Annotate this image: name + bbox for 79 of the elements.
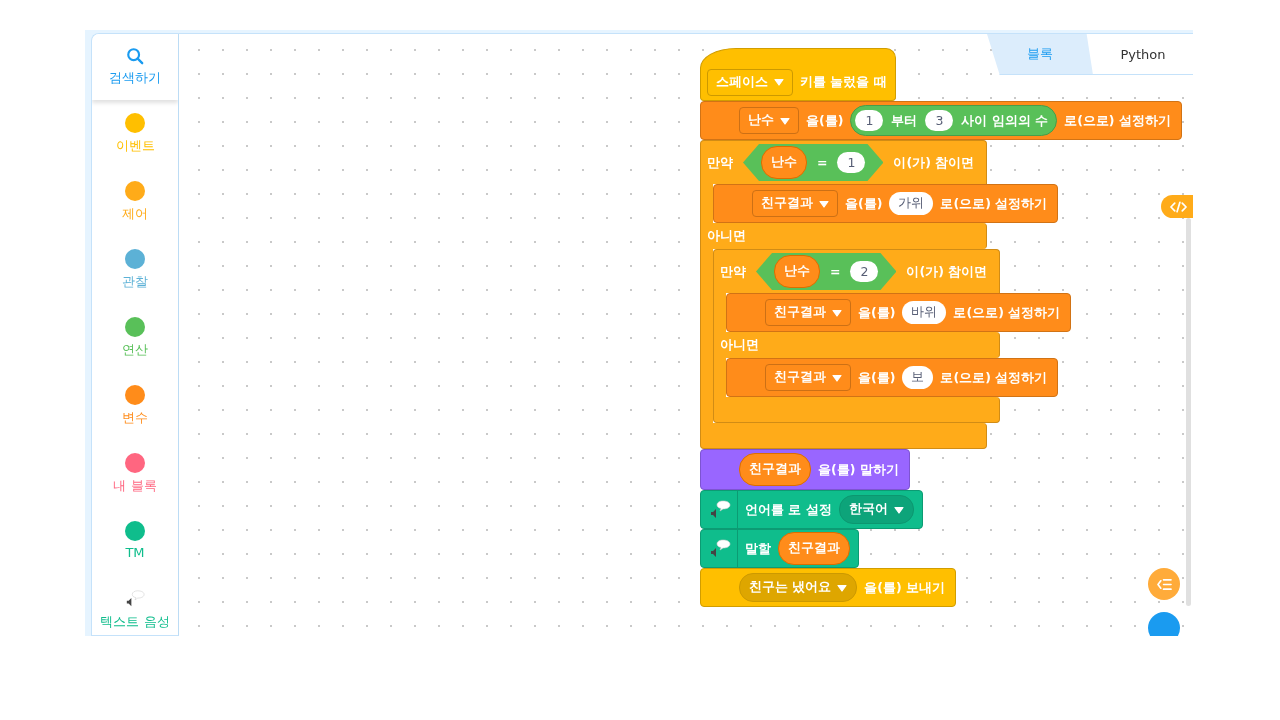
block-label: 로(으로) 설정하기 (953, 304, 1061, 321)
command-block[interactable]: 친구결과 을(를) 보 로(으로) 설정하기 (726, 358, 1059, 397)
round-button[interactable] (1148, 612, 1180, 636)
block-label: 아니면 (707, 228, 746, 244)
block-label: 만약 (720, 263, 746, 280)
block-dropdown[interactable]: 스페이스 (707, 68, 793, 96)
block-label: 을(를) 말하기 (818, 461, 899, 478)
condition-block[interactable]: 난수 = 1 (743, 144, 884, 181)
block-label: 을(를) (806, 112, 844, 129)
caret-icon (837, 583, 848, 592)
variable-reporter[interactable]: 난수 (761, 146, 807, 179)
caret-icon (819, 199, 829, 208)
code-icon (1169, 200, 1187, 213)
category-label[interactable]: 제어 (122, 205, 148, 223)
block-label: 이(가) 참이면 (906, 263, 988, 280)
code-view-button[interactable] (1161, 195, 1193, 218)
block-dropdown[interactable]: 난수 (739, 107, 799, 134)
editor-tab[interactable]: 블록 (987, 34, 1093, 75)
block-label: 언어를 로 설정 (745, 501, 832, 518)
command-block[interactable]: 난수 을(를) 1 부터 3 사이 임의의 수 로(으로) 설정하기 (700, 101, 1182, 140)
block-label: = (830, 263, 841, 280)
variable-reporter[interactable]: 친구결과 (778, 532, 850, 565)
value-field[interactable]: 2 (850, 261, 879, 282)
variable-reporter[interactable]: 난수 (774, 255, 820, 288)
category-label[interactable]: 이벤트 (115, 137, 155, 155)
value-field[interactable]: 바위 (902, 301, 947, 324)
collapse-button[interactable] (1148, 568, 1180, 600)
category-label[interactable]: 연산 (122, 341, 148, 359)
category-label[interactable]: 변수 (122, 409, 148, 427)
value-field[interactable]: 가위 (889, 192, 934, 215)
block-dropdown[interactable]: 한국어 (838, 495, 914, 524)
variable-reporter[interactable]: 친구결과 (739, 453, 811, 486)
category-label[interactable]: 내 블록 (113, 477, 157, 495)
block-label: 을(를) 보내기 (864, 579, 946, 596)
reporter-block[interactable]: 1 부터 3 사이 임의의 수 (850, 105, 1058, 136)
search-button[interactable]: 검색하기 (92, 34, 178, 100)
hat-block[interactable]: 스페이스 키를 눌렀을 때 (700, 48, 896, 101)
caret-icon (893, 505, 904, 514)
list-arrow-icon (1156, 577, 1172, 591)
scrollbar[interactable] (1186, 218, 1191, 606)
block-label: 부터 (891, 112, 918, 129)
block-label: 사이 임의의 수 (961, 112, 1049, 129)
block-dropdown[interactable]: 친구결과 (765, 364, 851, 391)
block-dropdown[interactable]: 친구결과 (752, 190, 838, 217)
value-field[interactable]: 1 (855, 110, 884, 131)
block-label: 아니면 (720, 337, 759, 353)
caret-icon (832, 308, 842, 317)
block-label: 만약 (707, 154, 733, 171)
value-field[interactable]: 1 (837, 152, 866, 173)
block-label: 을(를) (858, 304, 896, 321)
text-to-speech-block[interactable]: 언어를 로 설정 한국어 (700, 490, 923, 529)
category-label[interactable]: TM (125, 545, 145, 560)
category-label[interactable]: 관찰 (122, 273, 148, 291)
block-label: 로(으로) 설정하기 (1064, 112, 1171, 129)
value-field[interactable]: 3 (925, 110, 954, 131)
search-icon (126, 47, 144, 65)
block-label: 로(으로) 설정하기 (940, 195, 1048, 212)
command-block[interactable]: 친구결과 을(를) 가위 로(으로) 설정하기 (713, 184, 1059, 223)
condition-block[interactable]: 난수 = 2 (756, 253, 897, 290)
text-to-speech-block[interactable]: 말할 친구결과 (700, 529, 859, 568)
command-block[interactable]: 친구는 냈어요 을(를) 보내기 (700, 568, 957, 607)
category-label[interactable]: 텍스트 음성 (100, 613, 170, 631)
block-dropdown[interactable]: 친구결과 (765, 299, 851, 326)
command-block[interactable]: 친구결과 을(를) 바위 로(으로) 설정하기 (726, 293, 1072, 332)
block-label: 이(가) 참이면 (893, 154, 975, 171)
if-block-header[interactable]: 만약 난수 = 1 이(가) 참이면 (700, 140, 988, 184)
command-block[interactable]: 친구결과 을(를) 말하기 (700, 449, 910, 490)
value-field[interactable]: 보 (902, 366, 934, 389)
block-dropdown[interactable]: 친구는 냈어요 (739, 573, 858, 602)
block-label: 로(으로) 설정하기 (940, 369, 1048, 386)
block-label: 을(를) (845, 195, 883, 212)
block-label: = (817, 154, 828, 171)
block-label: 말할 (745, 540, 771, 557)
caret-icon (774, 78, 784, 86)
block-label: 키를 눌렀을 때 (800, 74, 887, 90)
caret-icon (832, 373, 842, 382)
caret-icon (780, 116, 790, 125)
block-label: 을(를) (858, 369, 896, 386)
if-block-header[interactable]: 만약 난수 = 2 이(가) 참이면 (713, 249, 1001, 293)
